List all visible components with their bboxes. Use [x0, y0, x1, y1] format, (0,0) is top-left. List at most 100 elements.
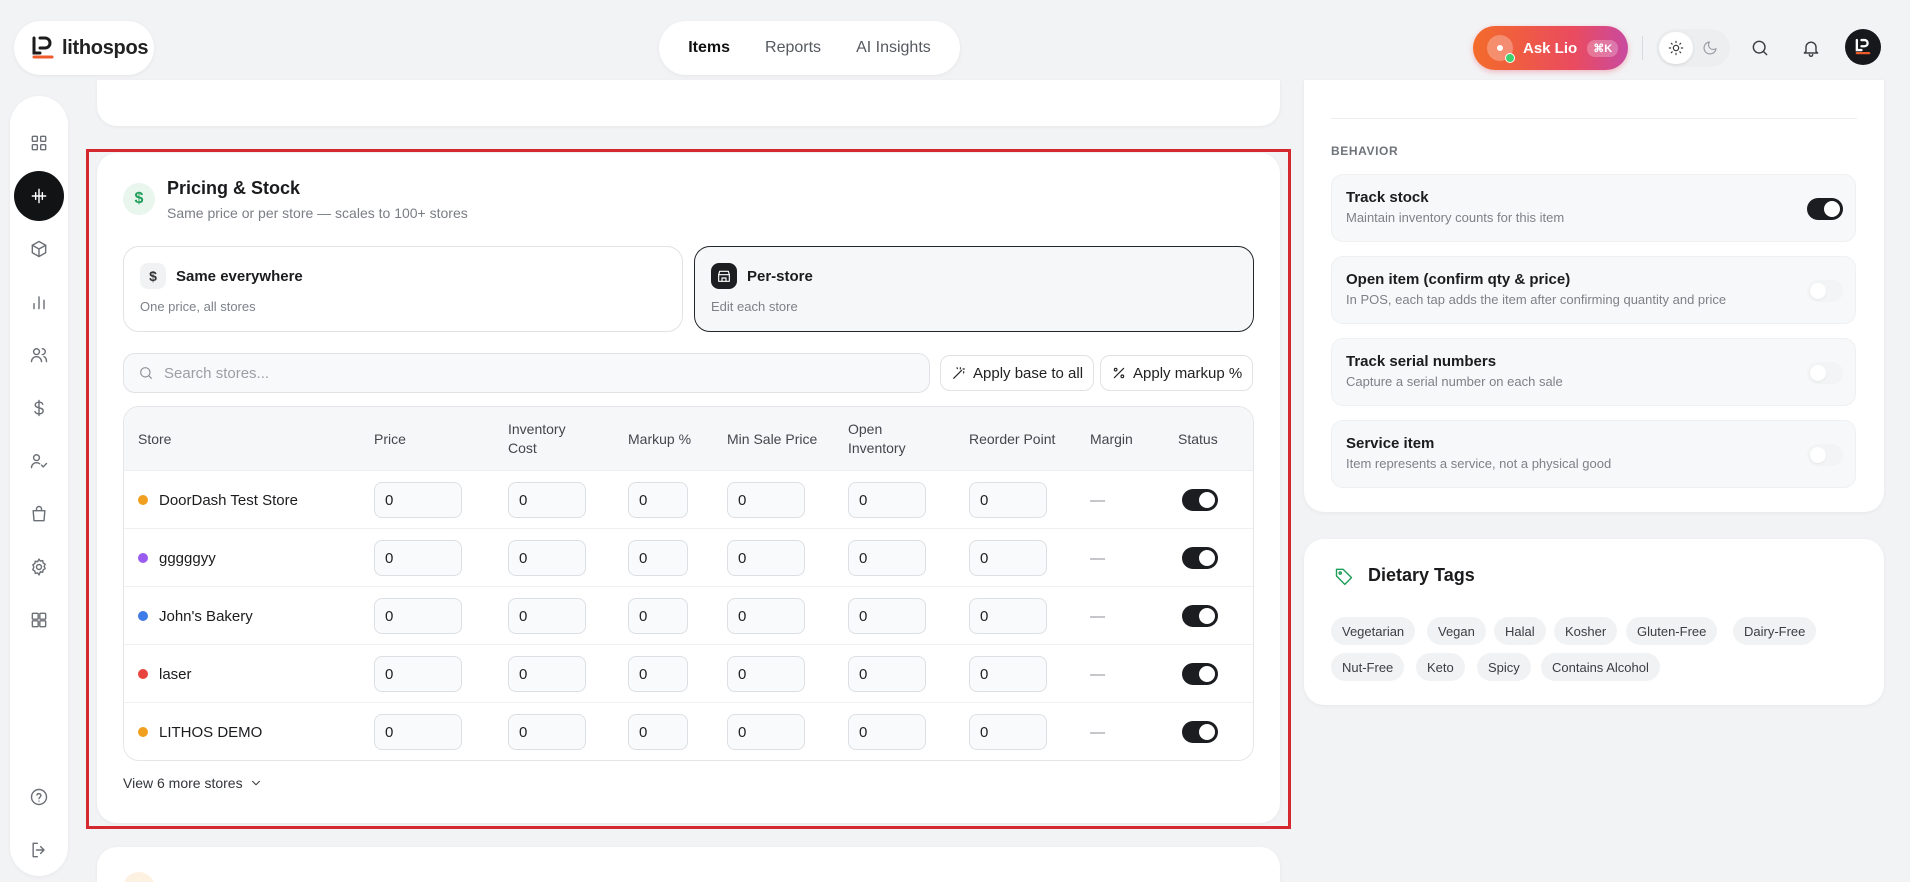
sidebar-item-settings[interactable] [14, 542, 64, 592]
tab-ai-insights[interactable]: AI Insights [856, 21, 931, 75]
inventory-cost-input[interactable] [508, 598, 586, 634]
behavior-toggle[interactable] [1807, 280, 1843, 302]
sidebar-item-staff[interactable] [14, 436, 64, 486]
sidebar-item-payments[interactable] [14, 383, 64, 433]
min-sale-price-input[interactable] [727, 714, 805, 750]
status-cell [1182, 471, 1218, 529]
percent-icon [1113, 367, 1125, 379]
inventory-cost-input[interactable] [508, 656, 586, 692]
store-name: laser [159, 665, 192, 683]
behavior-subtitle: In POS, each tap adds the item after con… [1346, 292, 1727, 307]
store-search-input[interactable] [164, 364, 864, 382]
sidebar-item-items[interactable] [14, 171, 64, 221]
store-color-dot [138, 495, 148, 505]
brand-logo[interactable]: lithospos [14, 21, 154, 75]
behavior-toggle[interactable] [1807, 198, 1843, 220]
price-input-cell [374, 645, 462, 703]
apply-base-button[interactable]: Apply base to all [940, 355, 1095, 391]
dietary-tag[interactable]: Keto [1416, 653, 1465, 681]
min-sale-price-input-cell [727, 529, 805, 587]
reorder-point-input[interactable] [969, 482, 1047, 518]
status-toggle[interactable] [1182, 663, 1218, 685]
markup-input[interactable] [628, 598, 688, 634]
notifications-button[interactable] [1798, 35, 1824, 61]
user-avatar[interactable] [1845, 29, 1881, 65]
sidebar-item-orders[interactable] [14, 489, 64, 539]
magic-wand-icon [953, 367, 965, 379]
status-toggle[interactable] [1182, 489, 1218, 511]
price-input[interactable] [374, 540, 462, 576]
light-mode-button[interactable] [1659, 32, 1693, 64]
mode-same-everywhere[interactable]: $ Same everywhere One price, all stores [123, 246, 683, 332]
apply-markup-button[interactable]: Apply markup % [1100, 355, 1254, 391]
sidebar-item-apps[interactable] [14, 595, 64, 645]
section-badge-icon [123, 872, 155, 882]
markup-input[interactable] [628, 540, 688, 576]
moon-icon [1703, 41, 1717, 55]
markup-input[interactable] [628, 714, 688, 750]
price-input[interactable] [374, 482, 462, 518]
sidebar-item-reports[interactable] [14, 277, 64, 327]
dietary-tag[interactable]: Halal [1494, 617, 1546, 645]
open-inventory-input[interactable] [848, 656, 926, 692]
dietary-tag[interactable]: Contains Alcohol [1541, 653, 1660, 681]
dietary-tag[interactable]: Vegan [1427, 617, 1486, 645]
col-reorder-point: Reorder Point [969, 430, 1056, 447]
dietary-tag[interactable]: Kosher [1554, 617, 1618, 645]
open-inventory-input[interactable] [848, 540, 926, 576]
reorder-point-input[interactable] [969, 714, 1047, 750]
status-toggle[interactable] [1182, 721, 1218, 743]
markup-input[interactable] [628, 482, 688, 518]
dietary-tag[interactable]: Dairy-Free [1733, 617, 1817, 645]
inventory-cost-input[interactable] [508, 540, 586, 576]
reorder-point-input[interactable] [969, 656, 1047, 692]
min-sale-price-input-cell [727, 471, 805, 529]
mode-per-store[interactable]: Per-store Edit each store [694, 246, 1254, 332]
min-sale-price-input[interactable] [727, 656, 805, 692]
tab-reports[interactable]: Reports [765, 21, 821, 75]
theme-toggle[interactable] [1656, 29, 1730, 67]
reorder-point-input[interactable] [969, 540, 1047, 576]
inventory-cost-input[interactable] [508, 482, 586, 518]
dietary-tag[interactable]: Spicy [1477, 653, 1531, 681]
gear-icon [32, 558, 46, 576]
behavior-subtitle: Item represents a service, not a physica… [1346, 456, 1612, 471]
sidebar-item-logout[interactable] [14, 825, 64, 875]
price-input[interactable] [374, 714, 462, 750]
margin-value: — [1090, 549, 1105, 567]
col-min-sale-price: Min Sale Price [727, 430, 818, 447]
status-toggle[interactable] [1182, 605, 1218, 627]
open-inventory-input[interactable] [848, 482, 926, 518]
tab-items[interactable]: Items [688, 21, 730, 82]
status-toggle[interactable] [1182, 547, 1218, 569]
sidebar-item-customers[interactable] [14, 330, 64, 380]
tag-icon [1335, 568, 1353, 585]
ask-lio-shortcut: ⌘K [1587, 39, 1619, 57]
dietary-tag[interactable]: Gluten-Free [1626, 617, 1718, 645]
dark-mode-button[interactable] [1693, 32, 1727, 64]
view-more-stores-button[interactable]: View 6 more stores [123, 775, 263, 791]
reorder-point-input-cell [969, 529, 1047, 587]
inventory-cost-input[interactable] [508, 714, 586, 750]
inventory-cost-input-cell [508, 471, 586, 529]
behavior-title: Open item (confirm qty & price) [1346, 271, 1571, 288]
price-input[interactable] [374, 598, 462, 634]
behavior-toggle[interactable] [1807, 362, 1843, 384]
sidebar-item-products[interactable] [14, 224, 64, 274]
markup-input[interactable] [628, 656, 688, 692]
behavior-toggle[interactable] [1807, 444, 1843, 466]
open-inventory-input[interactable] [848, 714, 926, 750]
sidebar-item-help[interactable] [14, 772, 64, 822]
min-sale-price-input[interactable] [727, 482, 805, 518]
min-sale-price-input[interactable] [727, 598, 805, 634]
sidebar-item-dashboard[interactable] [14, 118, 64, 168]
search-button[interactable] [1747, 35, 1773, 61]
ask-lio-button[interactable]: Ask Lio ⌘K [1473, 26, 1628, 70]
open-inventory-input[interactable] [848, 598, 926, 634]
reorder-point-input[interactable] [969, 598, 1047, 634]
min-sale-price-input[interactable] [727, 540, 805, 576]
price-input[interactable] [374, 656, 462, 692]
dietary-tag[interactable]: Vegetarian [1331, 617, 1416, 645]
dietary-tag[interactable]: Nut-Free [1331, 653, 1405, 681]
behavior-label: BEHAVIOR [1331, 144, 1399, 158]
